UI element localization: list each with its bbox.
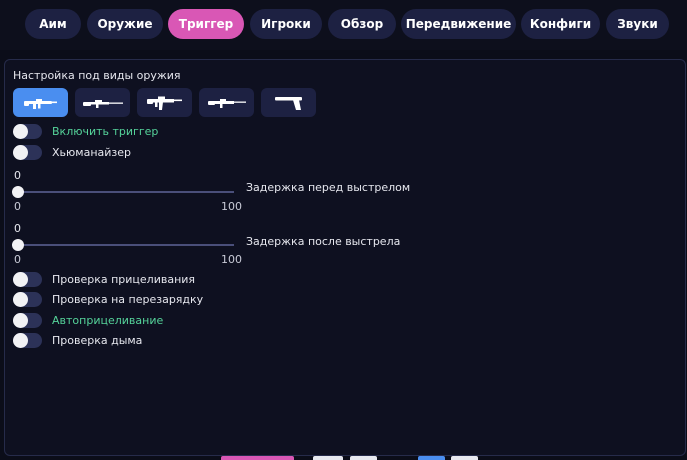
aim-check-label: Проверка прицеливания: [52, 272, 196, 286]
weapon-pistol-button[interactable]: [261, 88, 316, 117]
delay-before-shot-label: Задержка перед выстрелом: [246, 181, 411, 194]
tab-trigger[interactable]: Триггер: [168, 9, 244, 39]
humanizer-switch[interactable]: [13, 144, 42, 160]
autoscope-switch[interactable]: [13, 312, 42, 328]
delay-after-shot-value: 0: [14, 222, 21, 235]
delay-before-shot-min: 0: [14, 200, 21, 213]
smoke-check-label: Проверка дыма: [52, 333, 143, 347]
bottom-strip-white-2: [350, 456, 377, 460]
assault-rifle-icon: [146, 96, 182, 110]
top-navigation: Аим Оружие Триггер Игроки Обзор Передвиж…: [0, 0, 687, 50]
switch-knob: [13, 271, 28, 287]
reload-check-label: Проверка на перезарядку: [52, 292, 204, 306]
toggle-row-reload-check: Проверка на перезарядку: [13, 291, 203, 307]
tab-players[interactable]: Игроки: [250, 9, 322, 39]
tab-aim[interactable]: Аим: [25, 9, 81, 39]
tab-configs[interactable]: Конфиги: [521, 9, 600, 39]
delay-before-shot-max: 100: [221, 200, 242, 213]
delay-before-shot-thumb[interactable]: [12, 186, 24, 198]
delay-after-shot-label: Задержка после выстрела: [246, 235, 401, 248]
weapon-sniper-button[interactable]: [75, 88, 130, 117]
toggle-row-smoke-check: Проверка дыма: [13, 332, 142, 348]
tab-weapons[interactable]: Оружие: [87, 9, 163, 39]
trigger-settings-panel: [4, 59, 686, 456]
delay-after-shot-thumb[interactable]: [12, 239, 24, 251]
tab-movement[interactable]: Передвижение: [401, 9, 516, 39]
delay-before-shot-track[interactable]: [18, 191, 234, 193]
weapon-settings-title: Настройка под виды оружия: [13, 69, 181, 82]
rifle-icon: [23, 98, 57, 109]
weapon-assault-button[interactable]: [137, 88, 192, 117]
pistol-icon: [274, 96, 302, 110]
reload-check-switch[interactable]: [13, 291, 42, 307]
aim-check-switch[interactable]: [13, 271, 42, 287]
switch-knob: [13, 312, 28, 328]
delay-after-shot-max: 100: [221, 253, 242, 266]
bottom-strip-blue: [418, 456, 445, 460]
tab-overview[interactable]: Обзор: [328, 9, 396, 39]
delay-after-shot-track[interactable]: [18, 244, 234, 246]
weapon-rifle-button[interactable]: [13, 88, 68, 117]
weapon-smg-button[interactable]: [199, 88, 254, 117]
switch-knob: [13, 291, 28, 307]
switch-knob: [13, 123, 28, 139]
bottom-strip-pink: [221, 456, 294, 460]
toggle-row-enable-trigger: Включить триггер: [13, 123, 158, 139]
delay-after-shot-min: 0: [14, 253, 21, 266]
toggle-row-humanizer: Хьюманайзер: [13, 144, 131, 160]
enable-trigger-switch[interactable]: [13, 123, 42, 139]
bottom-strip-white-3: [451, 456, 478, 460]
bottom-strip-white-1: [313, 456, 343, 460]
delay-before-shot-value: 0: [14, 169, 21, 182]
enable-trigger-label: Включить триггер: [52, 124, 159, 138]
autoscope-label: Автоприцеливание: [52, 313, 164, 327]
toggle-row-aim-check: Проверка прицеливания: [13, 271, 195, 287]
tab-sounds[interactable]: Звуки: [606, 9, 669, 39]
switch-knob: [13, 332, 28, 348]
sniper-rifle-icon: [82, 99, 123, 108]
smg-icon: [207, 98, 246, 108]
toggle-row-autoscope: Автоприцеливание: [13, 312, 163, 328]
smoke-check-switch[interactable]: [13, 332, 42, 348]
humanizer-label: Хьюманайзер: [52, 145, 131, 159]
switch-knob: [13, 144, 28, 160]
